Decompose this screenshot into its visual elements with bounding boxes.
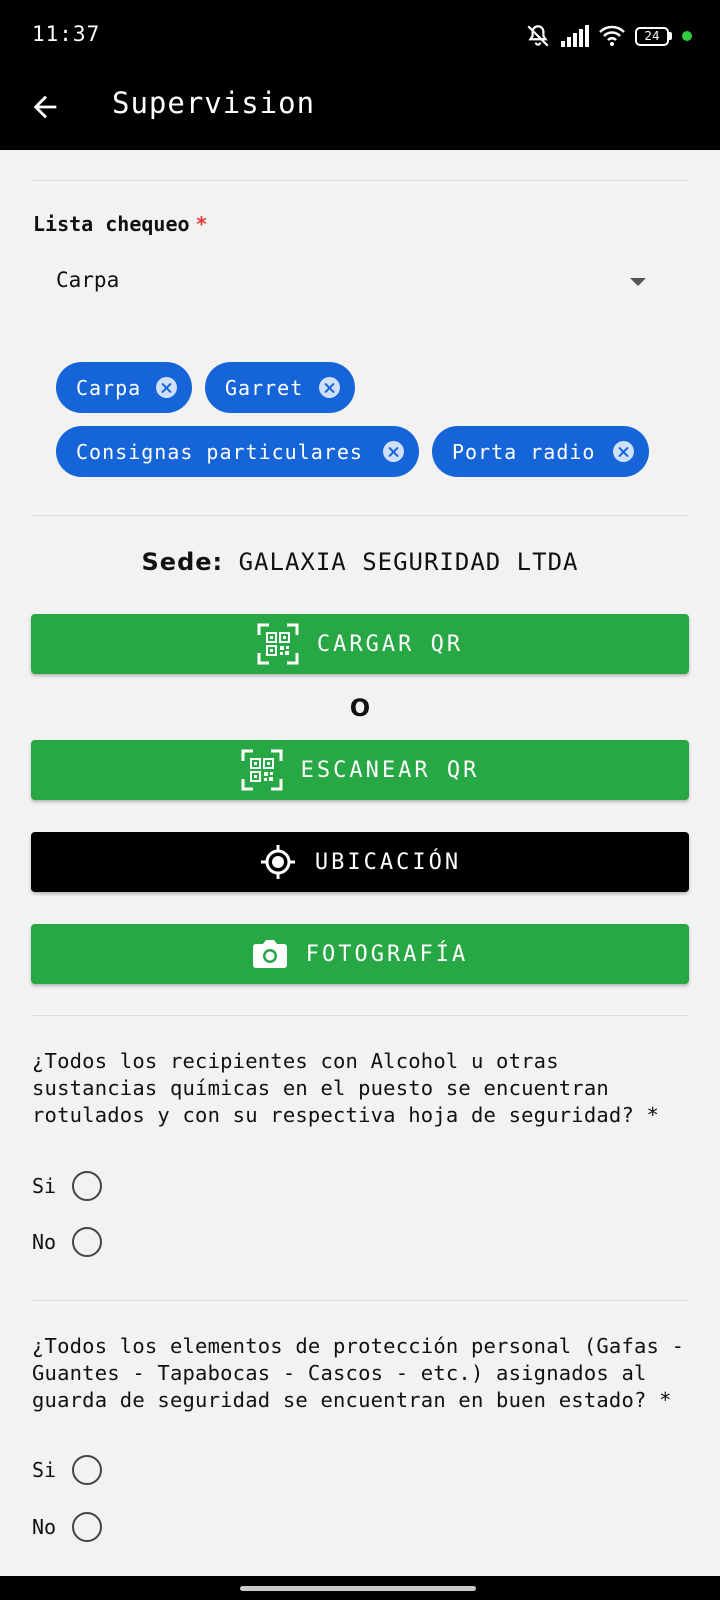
remove-chip-icon[interactable] [613,441,634,462]
remove-chip-icon[interactable] [156,377,177,398]
app-bar: Supervision [0,72,720,150]
divider [32,515,688,516]
divider [32,1015,688,1016]
cargar-qr-button[interactable]: CARGAR QR [31,614,689,674]
option-si[interactable]: Si [32,1171,103,1201]
status-icons: 24 [525,22,692,50]
signal-icon [561,25,589,47]
option-label: Si [32,1174,57,1198]
option-no[interactable]: No [32,1512,103,1542]
question-text: ¿Todos los recipientes con Alcohol u otr… [32,1049,660,1127]
gps-location-icon [260,845,295,879]
wifi-icon [599,25,625,46]
chip-label: Carpa [76,375,142,400]
radio-button[interactable] [72,1512,103,1542]
checklist-label-text: Lista chequeo [33,212,190,236]
mute-icon [527,25,549,47]
navigation-bar [0,1576,720,1600]
checklist-select[interactable]: Carpa [32,248,688,312]
chip-consignas-particulares: Consignas particulares [56,426,419,477]
ubicacion-label: UBICACIÓN [314,849,462,875]
status-time: 11:37 [32,22,101,46]
option-no[interactable]: No [32,1227,103,1257]
option-label: No [32,1230,57,1254]
fotografia-label: FOTOGRAFÍA [305,941,469,967]
page-title: Supervision [112,86,316,120]
fotografia-button[interactable]: FOTOGRAFÍA [31,924,689,984]
chip-label: Consignas particulares [76,439,363,464]
home-gesture-handle[interactable] [240,1586,476,1591]
status-bar: 11:37 24 [0,0,720,72]
or-separator: O [349,694,371,722]
question-text: ¿Todos los elementos de protección perso… [32,1334,685,1412]
divider [32,1300,688,1301]
chip-label: Porta radio [452,439,596,464]
chip-label: Garret [225,375,304,400]
required-mark: * [195,212,208,236]
chip-carpa: Carpa [56,362,192,413]
option-label: No [32,1515,57,1539]
chip-porta-radio: Porta radio [432,426,649,477]
sede-label: Sede: [141,548,224,576]
checklist-label: Lista chequeo * [33,212,208,236]
checklist-select-value: Carpa [56,268,120,292]
sede-line: Sede: GALAXIA SEGURIDAD LTDA [0,548,720,576]
option-si[interactable]: Si [32,1455,103,1485]
radio-button[interactable] [72,1227,103,1257]
dropdown-arrow-icon [630,278,646,286]
arrow-back-icon[interactable] [28,90,62,124]
ubicacion-button[interactable]: UBICACIÓN [31,832,689,892]
radio-button[interactable] [72,1171,103,1201]
notification-dot [682,31,692,41]
remove-chip-icon[interactable] [383,441,404,462]
battery-icon: 24 [635,26,672,46]
camera-icon [252,940,287,968]
escanear-qr-label: ESCANEAR QR [300,757,480,783]
battery-level: 24 [635,26,669,46]
option-label: Si [32,1458,57,1482]
sede-value: GALAXIA SEGURIDAD LTDA [238,548,579,576]
escanear-qr-button[interactable]: ESCANEAR QR [31,740,689,800]
qr-code-icon [257,623,299,665]
radio-button[interactable] [72,1455,103,1485]
remove-chip-icon[interactable] [319,377,340,398]
divider [32,180,688,181]
chip-garret: Garret [205,362,355,413]
qr-code-icon [241,749,283,791]
cargar-qr-label: CARGAR QR [316,631,464,657]
